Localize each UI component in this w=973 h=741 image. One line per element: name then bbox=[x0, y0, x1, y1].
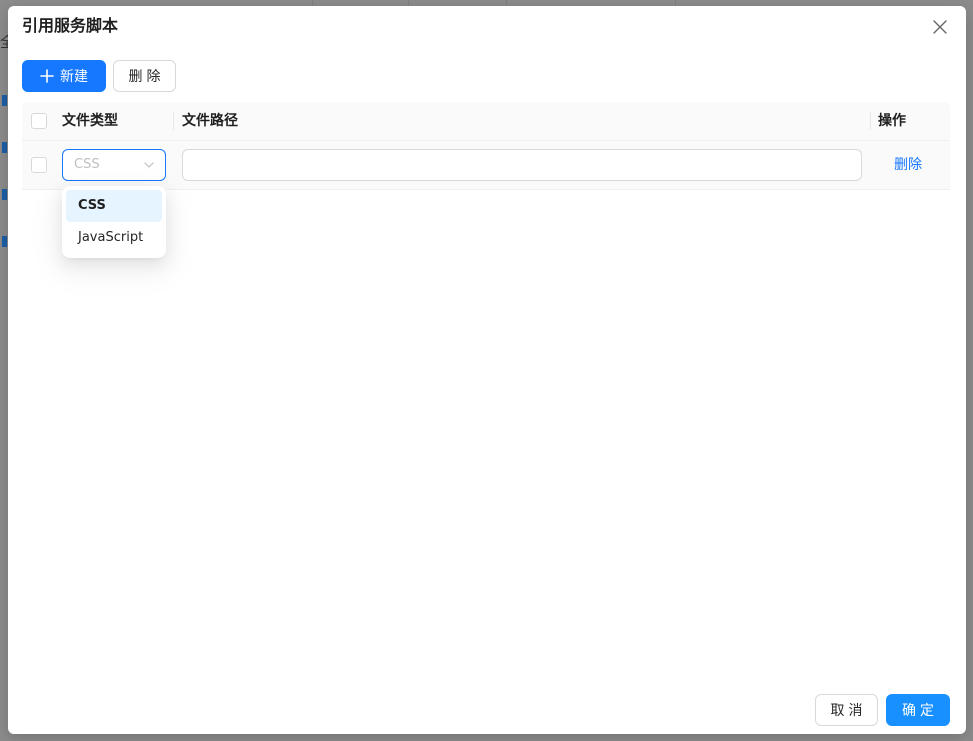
toolbar: 新建 删除 bbox=[22, 60, 176, 92]
column-separator bbox=[173, 112, 174, 130]
file-type-dropdown: CSS JavaScript bbox=[62, 186, 166, 258]
new-button-label: 新建 bbox=[60, 69, 88, 85]
plus-icon bbox=[40, 69, 54, 83]
table-row: CSS 删除 bbox=[22, 141, 950, 190]
column-header-action: 操作 bbox=[878, 113, 906, 129]
dropdown-option-javascript[interactable]: JavaScript bbox=[66, 222, 162, 254]
column-header-file-type: 文件类型 bbox=[62, 113, 118, 129]
modal-footer: 取消 确定 bbox=[815, 694, 950, 726]
background-marker bbox=[2, 236, 7, 247]
dropdown-option-css[interactable]: CSS bbox=[66, 190, 162, 222]
table-header: 文件类型 文件路径 操作 bbox=[22, 102, 950, 141]
new-button[interactable]: 新建 bbox=[22, 60, 106, 92]
cancel-button[interactable]: 取消 bbox=[815, 694, 878, 726]
file-path-input[interactable] bbox=[182, 149, 862, 181]
column-header-file-path: 文件路径 bbox=[182, 113, 238, 129]
file-type-select-placeholder: CSS bbox=[74, 157, 100, 172]
close-icon bbox=[933, 20, 947, 34]
close-button[interactable] bbox=[930, 17, 950, 37]
background-text: 全 bbox=[0, 35, 8, 51]
background-marker bbox=[2, 142, 7, 153]
column-separator bbox=[870, 112, 871, 130]
script-reference-modal: 引用服务脚本 新建 删除 文件类型 文件路径 操作 CSS 删除 CSS Jav… bbox=[8, 6, 966, 734]
script-table: 文件类型 文件路径 操作 CSS 删除 bbox=[22, 102, 950, 190]
delete-button[interactable]: 删除 bbox=[113, 60, 176, 92]
row-delete-link[interactable]: 删除 bbox=[894, 141, 922, 189]
select-all-checkbox[interactable] bbox=[31, 113, 47, 129]
file-type-select[interactable]: CSS bbox=[62, 149, 166, 181]
background-marker bbox=[2, 95, 7, 106]
chevron-down-icon bbox=[144, 162, 154, 168]
background-marker bbox=[2, 189, 7, 200]
row-checkbox[interactable] bbox=[31, 157, 47, 173]
ok-button[interactable]: 确定 bbox=[886, 694, 950, 726]
modal-title: 引用服务脚本 bbox=[22, 16, 119, 35]
